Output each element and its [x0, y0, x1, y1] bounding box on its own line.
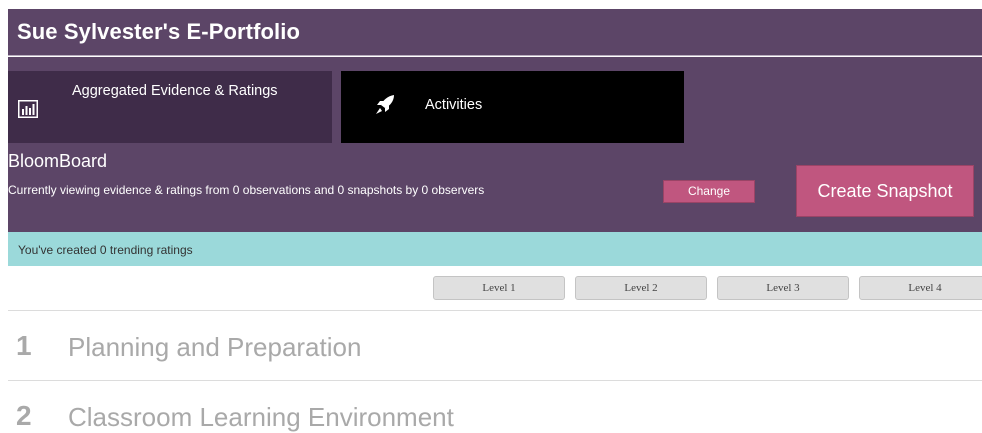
domain-number: 2 [16, 400, 32, 431]
create-snapshot-button[interactable]: Create Snapshot [796, 165, 974, 217]
portfolio-page: Sue Sylvester's E-Portfolio Aggregated E… [0, 0, 982, 432]
tab-activities-label: Activities [425, 97, 483, 113]
level-1-header: Level 1 [433, 276, 565, 300]
rocket-icon [373, 94, 397, 116]
tab-aggregated-evidence[interactable]: Aggregated Evidence & Ratings [8, 71, 332, 143]
bar-chart-icon [18, 100, 38, 118]
trending-ratings-banner: You've created 0 trending ratings [8, 232, 982, 266]
bloomboard-title: BloomBoard [8, 151, 108, 171]
divider [8, 380, 982, 381]
level-4-header: Level 4 [859, 276, 982, 300]
bloomboard-section: BloomBoard Currently viewing evidence & … [8, 143, 982, 232]
page-title: Sue Sylvester's E-Portfolio [17, 19, 301, 44]
tabs-row: Aggregated Evidence & Ratings Activities [8, 57, 982, 143]
level-2-header: Level 2 [575, 276, 707, 300]
tab-activities[interactable]: Activities [341, 71, 684, 143]
divider [8, 310, 982, 311]
tab-aggregated-evidence-label: Aggregated Evidence & Ratings [72, 83, 278, 99]
trending-ratings-text: You've created 0 trending ratings [18, 243, 193, 257]
domain-name: Classroom Learning Environment [68, 402, 454, 432]
evidence-summary: Currently viewing evidence & ratings fro… [8, 183, 485, 197]
domain-number: 1 [16, 330, 32, 361]
title-bar: Sue Sylvester's E-Portfolio [8, 9, 982, 56]
domain-name: Planning and Preparation [68, 332, 362, 362]
change-button[interactable]: Change [663, 180, 755, 203]
level-3-header: Level 3 [717, 276, 849, 300]
